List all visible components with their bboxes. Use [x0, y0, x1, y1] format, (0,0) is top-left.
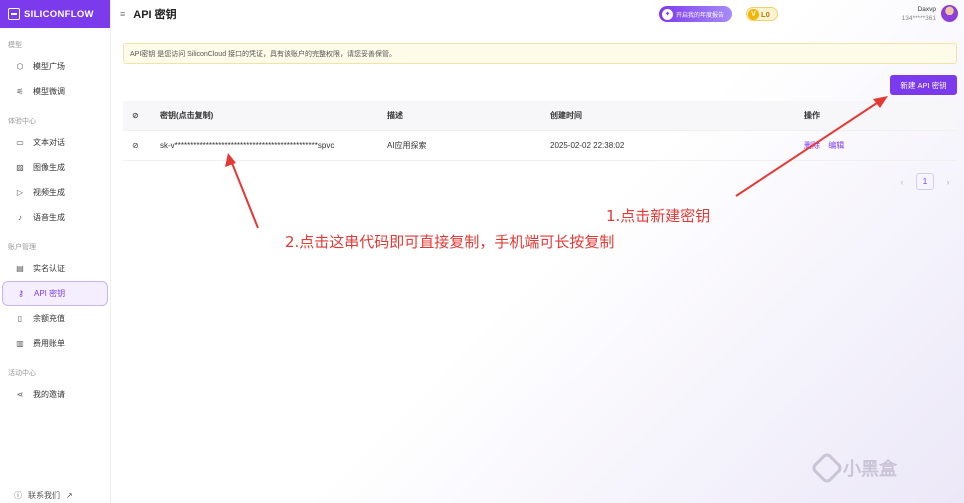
arrowhead-key-value [225, 153, 236, 167]
arrow-to-new-key [735, 100, 881, 197]
annotation-step2: 2.点击这串代码即可直接复制，手机端可长按复制 [285, 233, 615, 251]
arrow-to-key-value [231, 162, 259, 229]
annotation-step1: 1.点击新建密钥 [606, 207, 711, 225]
arrowhead-new-key [873, 96, 888, 108]
watermark-logo-icon [810, 451, 844, 485]
watermark: 小黑盒 [810, 451, 897, 485]
watermark-text: 小黑盒 [843, 459, 897, 479]
